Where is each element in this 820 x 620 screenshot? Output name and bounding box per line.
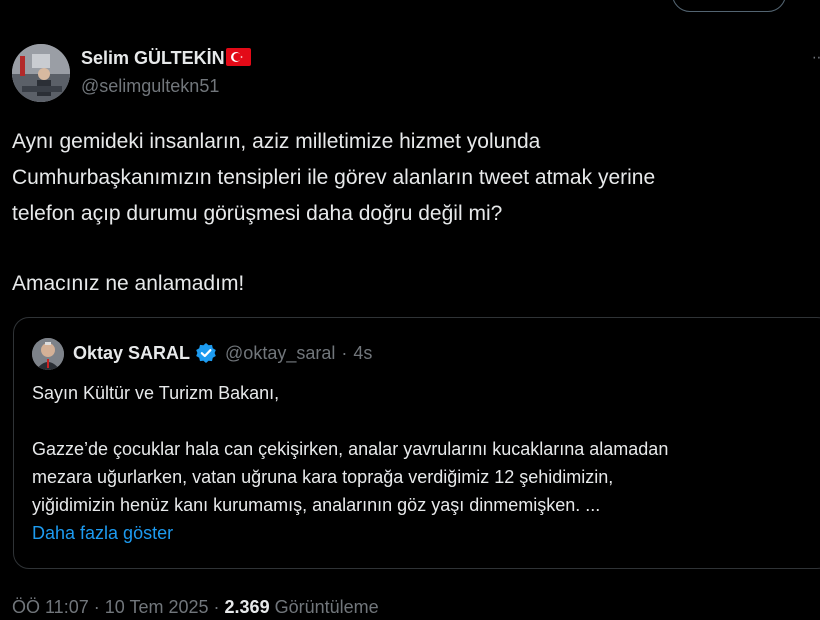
more-options-icon[interactable]: ⋯ [812,52,820,62]
quoted-line: Gazze’de çocuklar hala can çekişirken, a… [32,439,669,459]
author-handle[interactable]: @selimgultekn51 [81,76,219,97]
author-name-text: Selim GÜLTEKİN [81,48,225,68]
quoted-author-handle[interactable]: @oktay_saral [225,343,335,364]
show-more-link[interactable]: Daha fazla göster [32,523,173,543]
quoted-time[interactable]: 4s [353,343,372,364]
quoted-greeting: Sayın Kültür ve Turizm Bakanı, [32,383,280,403]
footer-separator: · [93,597,100,617]
tweet-line: Cumhurbaşkanımızın tensipleri ile görev … [12,166,656,189]
tweet-footer: ÖÖ 11:07 · 10 Tem 2025 · 2.369 Görüntüle… [12,597,379,618]
quoted-text: Sayın Kültür ve Turizm Bakanı, Gazze’de … [32,379,820,547]
author-name[interactable]: Selim GÜLTEKİN [81,48,251,69]
tweet-line: telefon açıp durumu görüşmesi daha doğru… [12,202,503,225]
avatar[interactable] [12,44,70,102]
meta-separator: · [341,342,348,363]
top-action-button[interactable] [672,0,786,12]
views-count: 2.369 [224,597,270,617]
verified-badge-icon [196,343,216,363]
tweet-line: Aynı gemideki insanların, aziz milletimi… [12,130,541,153]
quoted-author-name[interactable]: Oktay SARAL [73,343,190,364]
tweet-time[interactable]: ÖÖ 11:07 [12,597,89,617]
quoted-tweet[interactable]: Oktay SARAL @oktay_saral · 4s Sayın Kült… [13,317,820,569]
tweet-date[interactable]: 10 Tem 2025 [105,597,209,617]
quoted-avatar[interactable] [32,338,64,370]
tweet-closing: Amacınız ne anlamadım! [12,272,245,295]
tweet-text: Aynı gemideki insanların, aziz milletimi… [12,124,812,302]
footer-separator: · [213,597,220,617]
quoted-line: mezara uğurlarken, vatan uğruna kara top… [32,467,614,487]
quoted-header: Oktay SARAL @oktay_saral · 4s [73,342,372,364]
views-label: Görüntüleme [274,597,379,617]
turkey-flag-icon [225,48,251,66]
quoted-line: yiğidimizin henüz kanı kurumamış, analar… [32,495,601,515]
